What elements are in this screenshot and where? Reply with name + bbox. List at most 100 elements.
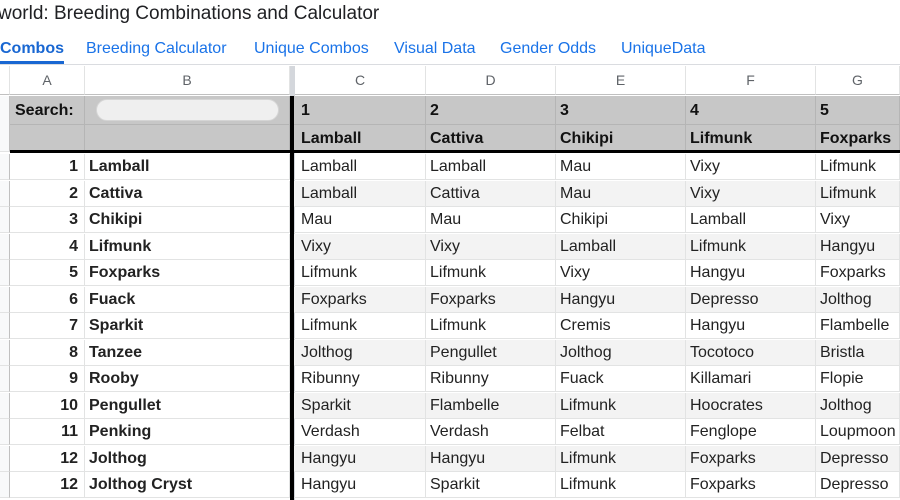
offspring-cell[interactable]: Hangyu <box>294 472 426 498</box>
row-header[interactable] <box>0 286 10 313</box>
column-header-d[interactable]: D <box>426 66 556 95</box>
offspring-cell[interactable]: Mau <box>556 154 686 180</box>
offspring-cell[interactable]: Verdash <box>294 419 426 445</box>
offspring-cell[interactable]: Flopie <box>816 366 900 392</box>
pal-number-cell[interactable]: 10 <box>10 392 85 419</box>
offspring-cell[interactable]: Lifmunk <box>294 313 426 339</box>
offspring-cell[interactable]: Foxparks <box>686 445 816 472</box>
offspring-cell[interactable]: Lamball <box>294 180 426 207</box>
row-header[interactable] <box>0 339 10 366</box>
offspring-cell[interactable]: Lifmunk <box>556 472 686 498</box>
offspring-cell[interactable]: Lamball <box>294 154 426 180</box>
offspring-cell[interactable]: Ribunny <box>426 366 556 392</box>
column-header-a[interactable]: A <box>10 66 85 95</box>
offspring-cell[interactable]: Jolthog <box>816 392 900 419</box>
row-header[interactable] <box>0 96 10 152</box>
pal-name-cell[interactable]: Foxparks <box>85 260 290 286</box>
pal-number-cell[interactable]: 9 <box>10 366 85 392</box>
offspring-cell[interactable]: Jolthog <box>294 339 426 366</box>
offspring-cell[interactable]: Lifmunk <box>426 313 556 339</box>
offspring-cell[interactable]: Loupmoon <box>816 419 900 445</box>
row-header[interactable] <box>0 445 10 472</box>
offspring-cell[interactable]: Foxparks <box>294 286 426 313</box>
tab-unique-combos[interactable]: Unique Combos <box>254 34 369 64</box>
row-header[interactable] <box>0 180 10 207</box>
row-header[interactable] <box>0 313 10 339</box>
offspring-cell[interactable]: Lifmunk <box>556 392 686 419</box>
tab-combos[interactable]: Combos <box>0 34 64 64</box>
pal-name-cell[interactable]: Cattiva <box>85 180 290 207</box>
pal-name-cell[interactable]: Pengullet <box>85 392 290 419</box>
offspring-cell[interactable]: Lifmunk <box>816 154 900 180</box>
offspring-cell[interactable]: Hangyu <box>816 233 900 260</box>
offspring-cell[interactable]: Fuack <box>556 366 686 392</box>
pal-number-cell[interactable]: 11 <box>10 419 85 445</box>
offspring-cell[interactable]: Hangyu <box>686 260 816 286</box>
offspring-cell[interactable]: Mau <box>294 207 426 233</box>
column-header-f[interactable]: F <box>686 66 816 95</box>
pal-number-cell[interactable]: 8 <box>10 339 85 366</box>
offspring-cell[interactable]: Lifmunk <box>686 233 816 260</box>
tab-breeding-calculator[interactable]: Breeding Calculator <box>86 34 227 64</box>
pal-number-cell[interactable]: 2 <box>10 180 85 207</box>
offspring-cell[interactable]: Cattiva <box>426 180 556 207</box>
offspring-cell[interactable]: Depresso <box>686 286 816 313</box>
pal-number-cell[interactable]: 12 <box>10 472 85 498</box>
row-header[interactable] <box>0 260 10 286</box>
offspring-cell[interactable]: Vixy <box>686 180 816 207</box>
offspring-cell[interactable]: Sparkit <box>294 392 426 419</box>
pal-name-cell[interactable]: Jolthog <box>85 445 290 472</box>
pal-number-cell[interactable]: 5 <box>10 260 85 286</box>
offspring-cell[interactable]: Lamball <box>426 154 556 180</box>
offspring-cell[interactable]: Tocotoco <box>686 339 816 366</box>
offspring-cell[interactable]: Depresso <box>816 445 900 472</box>
offspring-cell[interactable]: Hangyu <box>294 445 426 472</box>
pal-number-cell[interactable]: 7 <box>10 313 85 339</box>
offspring-cell[interactable]: Fenglope <box>686 419 816 445</box>
offspring-cell[interactable]: Mau <box>426 207 556 233</box>
offspring-cell[interactable]: Flambelle <box>816 313 900 339</box>
offspring-cell[interactable]: Jolthog <box>556 339 686 366</box>
pal-name-cell[interactable]: Lifmunk <box>85 233 290 260</box>
pal-number-cell[interactable]: 3 <box>10 207 85 233</box>
offspring-cell[interactable]: Flambelle <box>426 392 556 419</box>
row-header[interactable] <box>0 154 10 180</box>
offspring-cell[interactable]: Cremis <box>556 313 686 339</box>
pal-number-cell[interactable]: 6 <box>10 286 85 313</box>
search-input[interactable] <box>96 99 279 121</box>
offspring-cell[interactable]: Foxparks <box>686 472 816 498</box>
offspring-cell[interactable]: Foxparks <box>816 260 900 286</box>
row-header[interactable] <box>0 366 10 392</box>
offspring-cell[interactable]: Pengullet <box>426 339 556 366</box>
pal-number-cell[interactable]: 1 <box>10 154 85 180</box>
offspring-cell[interactable]: Verdash <box>426 419 556 445</box>
offspring-cell[interactable]: Hangyu <box>556 286 686 313</box>
row-header[interactable] <box>0 472 10 498</box>
pal-name-cell[interactable]: Rooby <box>85 366 290 392</box>
offspring-cell[interactable]: Vixy <box>556 260 686 286</box>
offspring-cell[interactable]: Vixy <box>686 154 816 180</box>
offspring-cell[interactable]: Chikipi <box>556 207 686 233</box>
offspring-cell[interactable]: Depresso <box>816 472 900 498</box>
column-header-g[interactable]: G <box>816 66 900 95</box>
offspring-cell[interactable]: Lifmunk <box>426 260 556 286</box>
row-header[interactable] <box>0 207 10 233</box>
offspring-cell[interactable]: Lifmunk <box>294 260 426 286</box>
select-all-corner[interactable] <box>0 66 10 95</box>
offspring-cell[interactable]: Hangyu <box>426 445 556 472</box>
tab-visual-data[interactable]: Visual Data <box>394 34 476 64</box>
offspring-cell[interactable]: Felbat <box>556 419 686 445</box>
offspring-cell[interactable]: Vixy <box>426 233 556 260</box>
offspring-cell[interactable]: Mau <box>556 180 686 207</box>
offspring-cell[interactable]: Lamball <box>556 233 686 260</box>
offspring-cell[interactable]: Lifmunk <box>556 445 686 472</box>
offspring-cell[interactable]: Foxparks <box>426 286 556 313</box>
tab-gender-odds[interactable]: Gender Odds <box>500 34 596 64</box>
column-header-b[interactable]: B <box>85 66 290 95</box>
pal-name-cell[interactable]: Jolthog Cryst <box>85 472 290 498</box>
pal-number-cell[interactable]: 4 <box>10 233 85 260</box>
offspring-cell[interactable]: Ribunny <box>294 366 426 392</box>
offspring-cell[interactable]: Vixy <box>294 233 426 260</box>
offspring-cell[interactable]: Lamball <box>686 207 816 233</box>
pal-name-cell[interactable]: Fuack <box>85 286 290 313</box>
